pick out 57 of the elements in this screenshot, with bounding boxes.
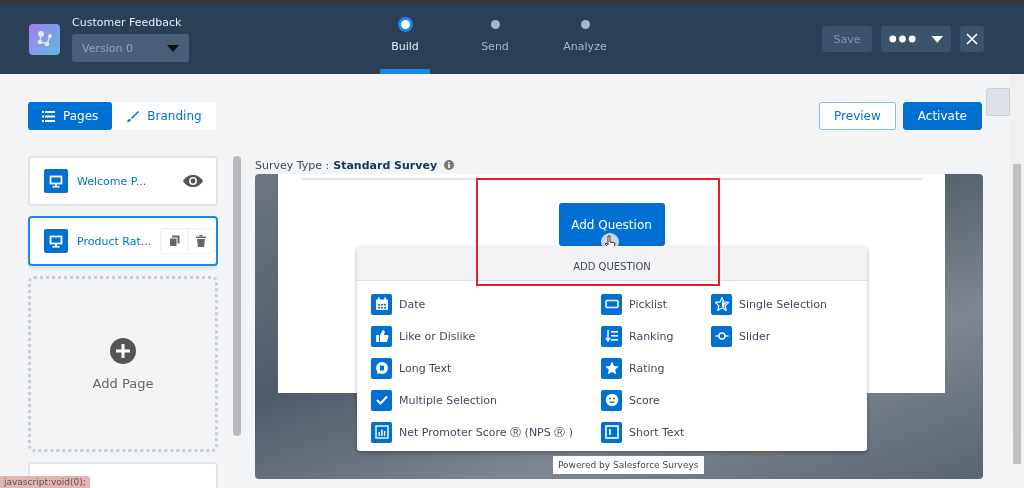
longtext-type-icon xyxy=(371,357,392,379)
monitor-icon xyxy=(44,229,68,253)
question-type-item[interactable]: Rating xyxy=(601,357,711,379)
scrollbar-thumb[interactable] xyxy=(233,156,241,436)
survey-type-label: Survey Type : xyxy=(255,158,330,172)
question-type-item[interactable]: Ranking xyxy=(601,325,711,347)
slider-type-icon xyxy=(711,325,732,347)
scrollbar-thumb[interactable] xyxy=(1013,164,1021,464)
nps-type-icon xyxy=(371,421,392,443)
survey-type-value: Standard Survey xyxy=(333,158,438,172)
page-title: Product Rat... xyxy=(77,234,152,248)
question-type-item[interactable]: Net Promoter Score Ⓡ (NPS Ⓡ ) xyxy=(371,421,601,443)
shorttext-type-icon xyxy=(601,421,622,443)
plus-icon xyxy=(110,337,136,364)
add-question-button[interactable]: Add Question xyxy=(558,203,665,246)
monitor-icon xyxy=(44,169,68,193)
menu-header: ADD QUESTION xyxy=(357,246,867,281)
dots-caret-icon xyxy=(887,33,945,45)
close-button[interactable] xyxy=(960,26,984,52)
app-logo-icon xyxy=(29,23,60,55)
smile-type-icon xyxy=(601,389,622,411)
question-type-item[interactable]: Short Text xyxy=(601,421,711,443)
step-tab[interactable]: Build xyxy=(380,4,430,74)
activate-button[interactable]: Activate xyxy=(902,102,982,130)
question-type-item[interactable]: Picklist xyxy=(601,293,711,315)
like-type-icon xyxy=(371,325,392,347)
step-tab[interactable]: Analyze xyxy=(560,4,610,74)
powered-by-label: Powered by Salesforce Surveys xyxy=(553,456,704,474)
page-card[interactable]: Product Rat... xyxy=(28,216,218,266)
page-card[interactable]: Welcome P... xyxy=(28,156,218,206)
question-type-item[interactable]: Score xyxy=(601,389,711,411)
more-actions-button[interactable] xyxy=(881,26,951,52)
info-icon xyxy=(444,160,455,170)
status-tooltip: javascript:void(0); xyxy=(0,476,90,488)
caret-icon xyxy=(167,44,179,52)
star-type-icon xyxy=(601,357,622,379)
question-type-item[interactable]: Date xyxy=(371,293,601,315)
ranking-type-icon xyxy=(601,325,622,347)
date-type-icon xyxy=(371,293,392,315)
survey-title: Customer Feedback xyxy=(72,16,183,29)
eye-icon[interactable] xyxy=(182,174,204,188)
question-type-item[interactable]: Like or Dislike xyxy=(371,325,601,347)
close-icon xyxy=(966,33,978,45)
check-type-icon xyxy=(371,389,392,411)
preview-button[interactable]: Preview xyxy=(819,102,896,130)
question-type-item[interactable]: Long Text xyxy=(371,357,601,379)
add-page-card[interactable]: Add Page xyxy=(28,276,218,452)
question-type-item[interactable]: Multiple Selection xyxy=(371,389,601,411)
question-type-item[interactable]: Single Selection xyxy=(711,293,827,315)
picklist-type-icon xyxy=(601,293,622,315)
singlestar-type-icon xyxy=(711,293,732,315)
step-tab[interactable]: Send xyxy=(470,4,520,74)
question-type-item[interactable]: Slider xyxy=(711,325,827,347)
page-title: Welcome P... xyxy=(77,174,147,188)
brush-icon xyxy=(126,109,140,123)
view-tab[interactable]: Pages xyxy=(28,102,113,130)
list-icon xyxy=(42,110,55,122)
